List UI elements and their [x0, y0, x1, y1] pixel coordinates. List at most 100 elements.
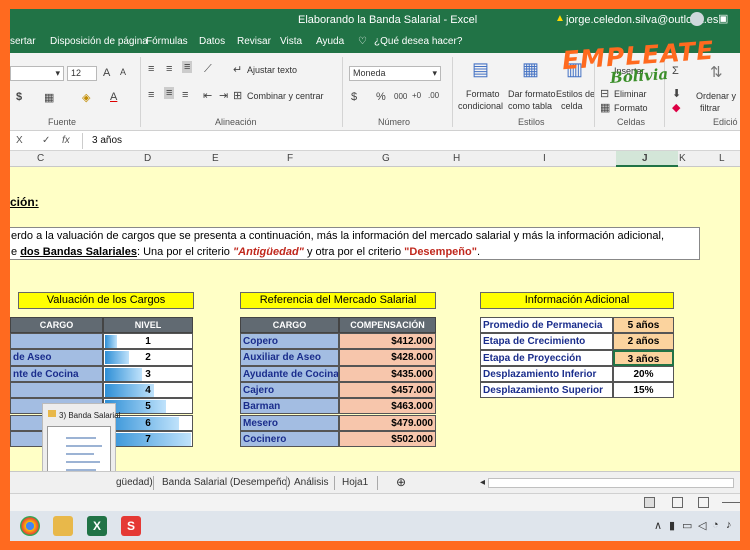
valuation-nivel-cell[interactable]: 2 — [103, 349, 193, 366]
format-cells-icon[interactable]: ▦ — [600, 101, 610, 114]
market-comp-cell[interactable]: $457.000 — [339, 381, 436, 399]
additional-value-cell[interactable]: 5 años — [613, 317, 674, 334]
scroll-left-icon[interactable]: ◂ — [480, 477, 485, 488]
speaker-icon[interactable]: ◁ — [698, 519, 706, 532]
comma-style-icon[interactable]: 000 — [394, 92, 407, 101]
orientation-icon[interactable]: ⟋ — [204, 63, 212, 76]
column-header-g[interactable]: G — [382, 153, 390, 164]
market-cargo-cell[interactable]: Barman — [240, 398, 339, 415]
increase-indent-icon[interactable]: ⇥ — [219, 89, 228, 102]
wrap-text-button[interactable]: Ajustar texto — [247, 65, 297, 75]
additional-label-cell[interactable]: Etapa de Proyección — [480, 349, 613, 366]
valuation-cargo-cell[interactable] — [10, 381, 103, 399]
percent-icon[interactable]: % — [376, 91, 386, 103]
merge-icon[interactable]: ⊞ — [233, 89, 242, 102]
market-comp-cell[interactable]: $502.000 — [339, 430, 436, 448]
confirm-icon[interactable]: ✓ — [42, 135, 50, 146]
market-comp-cell[interactable]: $412.000 — [339, 333, 436, 350]
valuation-cargo-cell[interactable] — [10, 333, 103, 350]
sort-filter-l1[interactable]: Ordenar y — [696, 91, 736, 101]
page-layout-view-icon[interactable] — [672, 497, 683, 508]
file-explorer-icon[interactable] — [53, 516, 73, 536]
valuation-nivel-cell[interactable]: 1 — [103, 333, 193, 350]
valuation-cargo-cell[interactable]: nte de Cocina — [10, 365, 103, 382]
format-button[interactable]: Formato — [614, 103, 648, 113]
currency-icon[interactable]: $ — [16, 91, 22, 103]
column-header-l[interactable]: L — [719, 153, 725, 164]
conditional-format-icon[interactable]: ▤ — [472, 59, 489, 80]
align-left-icon[interactable]: ≡ — [148, 89, 154, 101]
align-middle-icon[interactable]: ≡ — [166, 63, 172, 75]
align-top-icon[interactable]: ≡ — [148, 63, 154, 75]
zoom-slider[interactable] — [722, 502, 740, 503]
tab-view[interactable]: Vista — [280, 36, 302, 47]
tab-review[interactable]: Revisar — [237, 36, 271, 47]
chrome-icon[interactable] — [20, 516, 40, 536]
column-header-h[interactable]: H — [453, 153, 460, 164]
format-table-icon[interactable]: ▦ — [522, 59, 539, 80]
column-header-j[interactable]: J — [642, 153, 648, 164]
presentation-app-icon[interactable]: S — [121, 516, 141, 536]
worksheet[interactable]: ción: erdo a la valuación de cargos que … — [10, 167, 740, 471]
font-shrink-icon[interactable]: A — [120, 67, 126, 77]
font-color-icon[interactable]: A — [110, 91, 117, 103]
additional-value-cell[interactable]: 15% — [613, 382, 674, 399]
tell-me-search[interactable]: ¿Qué desea hacer? — [374, 36, 462, 47]
fill-color-icon[interactable]: ◈ — [82, 91, 90, 104]
table-format-l2[interactable]: como tabla — [508, 101, 552, 111]
tab-data[interactable]: Datos — [199, 36, 225, 47]
market-comp-cell[interactable]: $428.000 — [339, 349, 436, 366]
accounting-format-icon[interactable]: $ — [351, 91, 357, 103]
align-right-icon[interactable]: ≡ — [182, 89, 188, 101]
additional-value-cell[interactable]: 2 años — [613, 333, 674, 350]
additional-value-cell[interactable]: 20% — [613, 365, 674, 383]
tray-chevron-icon[interactable]: ∧ — [654, 519, 662, 532]
font-size-box[interactable]: 12 — [67, 66, 97, 81]
selected-cell[interactable]: 3 años — [613, 349, 674, 366]
sheet-tab-desempeno[interactable]: Banda Salarial (Desempeño) — [162, 477, 290, 488]
ribbon-display-icon[interactable]: ▣ — [718, 12, 728, 25]
borders-icon[interactable]: ▦ — [44, 91, 54, 104]
tab-formulas[interactable]: Fórmulas — [146, 36, 188, 47]
clear-icon[interactable]: ◆ — [672, 101, 680, 114]
additional-label-cell[interactable]: Promedio de Permanecia — [480, 317, 613, 334]
market-comp-cell[interactable]: $435.000 — [339, 365, 436, 382]
column-header-f[interactable]: F — [287, 153, 293, 164]
increase-decimal-icon[interactable]: +0 — [412, 91, 421, 100]
market-cargo-cell[interactable]: Cocinero — [240, 430, 339, 448]
formula-input[interactable]: 3 años — [92, 135, 122, 146]
column-header-i[interactable]: I — [543, 153, 546, 164]
cond-format-l2[interactable]: condicional — [458, 101, 503, 111]
column-header-c[interactable]: C — [37, 153, 44, 164]
merge-center-button[interactable]: Combinar y centrar — [247, 91, 324, 101]
market-comp-cell[interactable]: $479.000 — [339, 414, 436, 431]
network-icon[interactable]: ▭ — [682, 519, 692, 532]
decrease-decimal-icon[interactable]: .00 — [428, 91, 439, 100]
table-format-l1[interactable]: Dar formato — [508, 89, 556, 99]
insert-function-icon[interactable]: fx — [62, 135, 70, 146]
sheet-tab-hoja1[interactable]: Hoja1 — [342, 477, 368, 488]
market-cargo-cell[interactable]: Auxiliar de Aseo — [240, 349, 339, 366]
number-format-box[interactable]: Moneda ▾ — [349, 66, 441, 81]
market-cargo-cell[interactable]: Cajero — [240, 381, 339, 399]
horizontal-scrollbar[interactable] — [488, 478, 734, 488]
additional-label-cell[interactable]: Desplazamiento Inferior — [480, 365, 613, 383]
wrap-text-icon[interactable]: ↵ — [233, 63, 242, 76]
align-center-icon[interactable]: ≡ — [164, 87, 175, 99]
tab-page-layout[interactable]: Disposición de página — [50, 36, 148, 47]
cell-styles-l2[interactable]: celda — [561, 101, 583, 111]
column-header-e[interactable]: E — [212, 153, 219, 164]
add-sheet-icon[interactable]: ⊕ — [396, 475, 406, 489]
align-bottom-icon[interactable]: ≡ — [182, 61, 193, 73]
font-grow-icon[interactable]: A — [103, 67, 110, 79]
sort-filter-l2[interactable]: filtrar — [700, 103, 720, 113]
sheet-tab-analisis[interactable]: Análisis — [294, 477, 328, 488]
additional-label-cell[interactable]: Etapa de Crecimiento — [480, 333, 613, 350]
valuation-cargo-cell[interactable]: de Aseo — [10, 349, 103, 366]
decrease-indent-icon[interactable]: ⇤ — [203, 89, 212, 102]
cancel-icon[interactable]: X — [16, 135, 23, 146]
normal-view-icon[interactable] — [644, 497, 655, 508]
column-header-d[interactable]: D — [144, 153, 151, 164]
column-header-k[interactable]: K — [679, 153, 686, 164]
avatar[interactable] — [690, 12, 704, 26]
